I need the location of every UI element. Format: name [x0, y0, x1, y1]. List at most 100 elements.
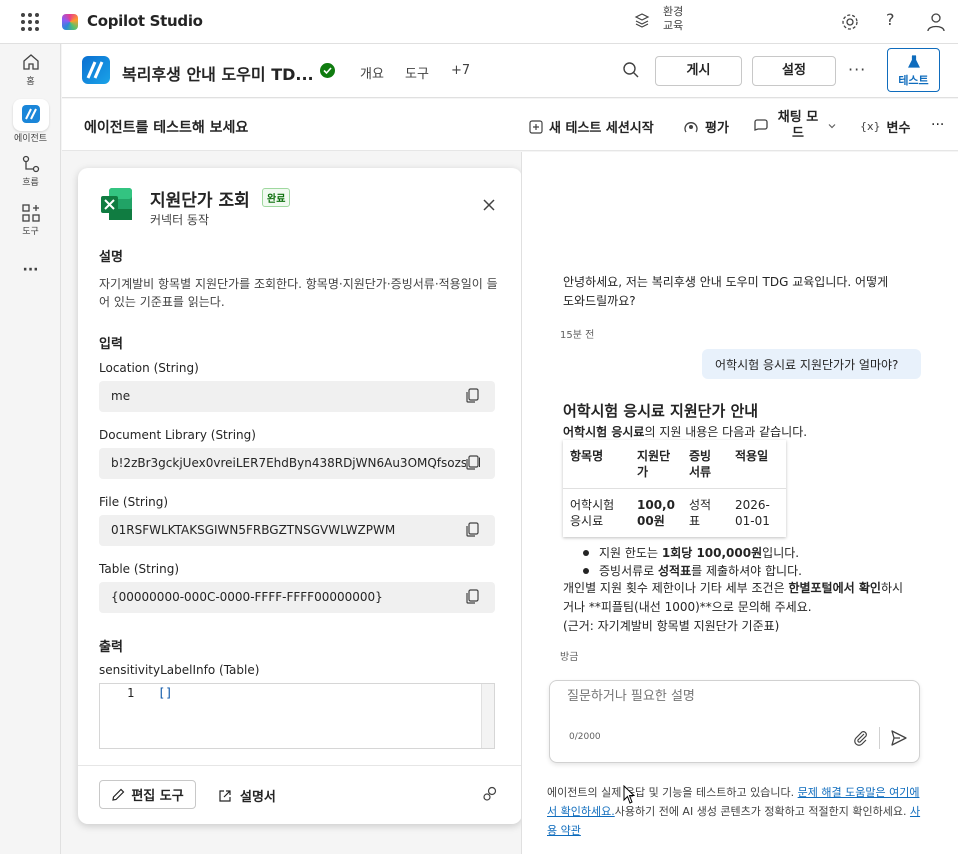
settings-button[interactable]: 설정 [752, 56, 836, 86]
char-counter: 0/2000 [569, 732, 601, 742]
description-text: 자기계발비 항목별 지원단가를 조회한다. 항목명·지원단가·증빙서류·적용일이… [99, 277, 498, 309]
copy-icon[interactable] [466, 388, 479, 403]
disclaimer-part: 에이전트의 실제 응답 및 기능을 테스트하고 있습니다. [547, 786, 798, 799]
open-external-icon [219, 789, 231, 802]
greeting-timestamp: 15분 전 [560, 330, 595, 341]
manual-label: 설명서 [240, 790, 276, 805]
status-badge: 완료 [262, 188, 291, 207]
location-value: me [111, 389, 131, 403]
chat-mode-dropdown[interactable]: 채팅 모드 [753, 110, 837, 142]
table-cell: 성적 표 [689, 498, 712, 528]
manual-link[interactable]: 설명서 [218, 786, 276, 805]
table-header: 증빙 서류 [682, 440, 728, 489]
flows-icon [22, 155, 39, 173]
disclaimer-part: 사용하기 전에 AI 생성 콘텐츠가 정확하고 적절한지 확인하세요. [614, 805, 910, 818]
chat-input[interactable] [567, 689, 897, 704]
copilot-studio-logo [62, 14, 78, 30]
card-footer-divider [78, 765, 522, 766]
environment-selector[interactable]: 환경 교육 [663, 5, 683, 33]
nav-tools[interactable]: 도구 [0, 204, 61, 237]
add-square-icon [529, 119, 543, 134]
document-library-field[interactable]: b!2zBr3gckjUex0vreiLER7EhdByn438RDjWN6Au… [99, 448, 495, 479]
attach-icon[interactable] [853, 730, 869, 746]
settings-gear-icon[interactable] [840, 12, 860, 32]
help-icon[interactable]: ? [886, 10, 895, 29]
pencil-icon [112, 788, 125, 801]
answer-footer: 개인별 지원 횟수 제한이나 기타 세부 조건은 한별포털에서 확인하시거나 *… [563, 579, 913, 636]
bullet-text: 입니다. [762, 546, 800, 560]
evaluate-label: 평가 [705, 121, 729, 136]
copy-icon[interactable] [466, 589, 479, 604]
test-button-label: 테스트 [898, 74, 929, 87]
more-options-icon[interactable]: ··· [848, 60, 866, 79]
environment-icon[interactable] [634, 13, 650, 29]
search-icon[interactable] [622, 61, 640, 79]
document-library-value: b!2zBr3gckjUex0vreiLER7EhdByn438RDjWN6Au… [111, 456, 482, 470]
answer-intro-rest: 의 지원 내용은 다음과 같습니다. [644, 425, 808, 439]
mouse-cursor-icon [623, 785, 635, 804]
table-cell: 어학시험 응시료 [570, 498, 615, 528]
publish-button[interactable]: 게시 [655, 56, 742, 86]
tab-more[interactable]: +7 [451, 63, 470, 78]
table-field[interactable]: {00000000-000C-0000-FFFF-FFFF00000000} [99, 582, 495, 613]
app-launcher-icon[interactable] [18, 10, 42, 34]
answer-timestamp: 방금 [560, 652, 579, 663]
new-session-button[interactable]: 새 테스트 세션시작 [529, 117, 654, 136]
copy-icon[interactable] [466, 522, 479, 537]
nav-flows[interactable]: 흐름 [0, 155, 61, 188]
tab-overview[interactable]: 개요 [360, 63, 384, 82]
nav-flows-label: 흐름 [22, 178, 39, 188]
file-label: File (String) [99, 495, 169, 509]
input-divider [879, 727, 880, 749]
input-heading: 입력 [99, 337, 123, 352]
answer-intro: 어학시험 응시료의 지원 내용은 다음과 같습니다. [563, 423, 807, 440]
agent-name[interactable]: 복리후생 안내 도우미 TD... [122, 61, 314, 85]
bot-greeting-message: 안녕하세요, 저는 복리후생 안내 도우미 TDG 교육입니다. 어떻게 도와드… [563, 275, 889, 308]
table-row: 어학시험 응시료 100,0 00원 성적 표 2026- 01-01 [563, 489, 786, 538]
agent-logo-icon [82, 56, 110, 84]
evaluate-icon [684, 121, 698, 132]
chevron-down-icon [828, 124, 836, 129]
location-field[interactable]: me [99, 381, 495, 412]
evaluate-button[interactable]: 평가 [683, 117, 729, 136]
table-header: 지원단 가 [630, 440, 682, 489]
published-check-icon [320, 63, 335, 78]
agents-icon [12, 99, 49, 131]
send-icon[interactable] [890, 729, 908, 747]
test-button[interactable]: 테스트 [887, 48, 940, 92]
user-account-icon[interactable] [926, 12, 946, 32]
nav-agents[interactable]: 에이전트 [0, 99, 61, 144]
close-icon[interactable] [481, 197, 497, 213]
variables-icon: {x} [860, 120, 881, 133]
table-cell: 2026- 01-01 [735, 498, 770, 528]
copy-icon[interactable] [466, 455, 479, 470]
test-more-icon[interactable]: ··· [931, 117, 944, 133]
file-field[interactable]: 01RSFWLKTAKSGIWN5FRBGZTNSGVWLWZPWM [99, 515, 495, 546]
action-title: 지원단가 조회 [150, 191, 250, 211]
variables-label: 변수 [886, 121, 911, 136]
connection-icon[interactable] [482, 786, 498, 802]
bullet-text: 를 제출하셔야 합니다. [691, 564, 802, 578]
answer-table: 항목명 지원단 가 증빙 서류 적용일 어학시험 응시료 100,0 00원 성… [563, 440, 786, 537]
new-session-label: 새 테스트 세션시작 [549, 121, 654, 136]
answer-intro-bold: 어학시험 응시료 [563, 425, 645, 439]
location-label: Location (String) [99, 361, 199, 375]
edit-tool-button[interactable]: 편집 도구 [99, 780, 196, 809]
tools-icon [21, 204, 40, 222]
table-header: 항목명 [563, 440, 630, 489]
nav-more-icon[interactable]: ··· [0, 262, 61, 278]
table-cell: 100,0 00원 [637, 498, 675, 528]
tab-tools[interactable]: 도구 [405, 63, 429, 82]
output-label: sensitivityLabelInfo (Table) [99, 663, 260, 677]
home-icon [22, 54, 39, 70]
footer-text: 개인별 지원 횟수 제한이나 기타 세부 조건은 [563, 581, 789, 595]
nav-tools-label: 도구 [22, 227, 39, 237]
code-value: [] [158, 686, 173, 700]
code-scrollbar[interactable] [481, 684, 494, 748]
variables-button[interactable]: {x} 변수 [860, 117, 910, 136]
nav-home[interactable]: 홈 [0, 52, 61, 87]
test-pane-title: 에이전트를 테스트해 보세요 [84, 120, 249, 136]
document-library-label: Document Library (String) [99, 428, 256, 442]
bullet-bold: 성적표 [658, 564, 692, 578]
chat-mode-label: 채팅 모드 [777, 110, 819, 141]
